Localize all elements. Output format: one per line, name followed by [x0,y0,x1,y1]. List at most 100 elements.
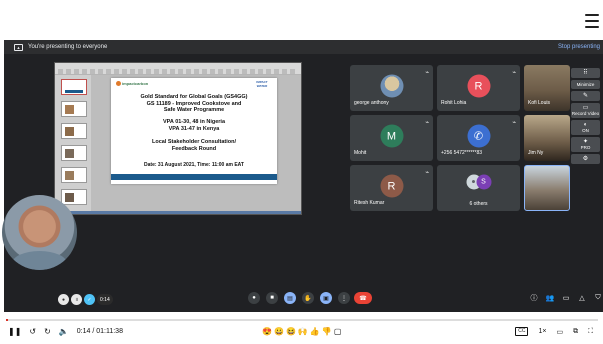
slide-footer [111,180,277,184]
heart-eyes-icon[interactable]: 😍 [262,327,272,336]
raise-hand-button[interactable]: ✋ [302,292,314,304]
slide-thumbnail[interactable] [61,145,87,161]
meeting-area: ▲ You're presenting to everyone Stop pre… [4,40,603,312]
mic-off-icon: ⌁ [512,70,516,76]
check-button[interactable]: ✓ [84,294,95,305]
forward-icon[interactable]: ↻ [44,327,51,336]
slide-thumbnail[interactable] [61,189,87,205]
avatar: R [467,74,490,98]
mic-off-icon: ⌁ [512,120,516,126]
present-button[interactable]: ▣ [320,292,332,304]
slide-vpa: VPA 01-30, 48 in Nigeria VPA 31-47 in Ke… [162,119,226,132]
others-tile[interactable]: ● S 6 others [437,165,520,211]
settings-button[interactable]: ⚙ [571,154,600,164]
captions-toggle[interactable]: CC [515,327,529,336]
pro-button[interactable]: ✦ PRO [571,137,600,152]
slide-thumbnail[interactable] [61,101,87,117]
fullscreen-icon[interactable]: ⛶ [588,328,593,336]
pause-icon[interactable]: ❚❚ [8,327,21,336]
more-icon: ⋮ [341,295,347,302]
participant-tile[interactable]: ⌁ george anthony [350,65,433,111]
recording-timer: 0:14 [97,294,113,305]
minimize-button[interactable]: Minimize [571,80,600,89]
participant-name: Kofi Louis [528,100,550,106]
end-call-button[interactable]: ☎ [354,292,372,304]
slide-thumbnail[interactable] [61,123,87,139]
activities-icon: △ [579,295,585,302]
reactions: 😍 😀 😆 🙌 👍 👎 ▢ [262,327,341,336]
thumbs-down-icon[interactable]: 👎 [322,327,332,336]
participant-name: Ritesh Kumar [354,200,385,206]
participant-tile[interactable]: ✆ ⌁ +256 5472******83 [437,115,520,161]
participant-tile[interactable] [524,165,570,211]
avatar: M [380,124,403,148]
mic-button[interactable]: ● [248,292,260,304]
mic-icon: ● [252,295,256,301]
menu-icon[interactable] [585,14,599,28]
slide-date: Date: 31 August 2021, Time: 11:00 am EAT [144,162,244,168]
security-button[interactable]: ⛉ [592,292,603,304]
app-status-bar [55,211,301,214]
others-count: 6 others [469,201,488,207]
grid-icon: ⠿ [583,70,588,76]
stop-presenting-button[interactable]: Stop presenting [558,44,600,50]
toggle-button[interactable]: ◐ ON [571,120,600,135]
laugh-icon[interactable]: 😆 [286,327,296,336]
pip-icon[interactable]: ⧉ [573,328,578,336]
camera-button[interactable]: ■ [266,292,278,304]
presentation-slide: impactcarbon IMPACT WATER Gold Standard … [111,78,277,184]
info-icon: ⓘ [530,295,538,302]
seek-bar[interactable] [6,319,598,321]
theater-icon[interactable]: ▭ [556,328,563,336]
participant-name: george anthony [354,100,389,106]
avatar: R [380,174,403,198]
speed-button[interactable]: 1× [538,328,546,335]
participant-tile[interactable]: Kofi Louis [524,65,570,111]
slide-thumbnails [55,75,91,214]
rewind-icon[interactable]: ↺ [29,327,36,336]
thumbs-up-icon[interactable]: 👍 [310,327,320,336]
pin-icon: ✎ [582,93,589,99]
pause-recording-button[interactable]: ॥ [71,294,82,305]
shield-icon: ⛉ [595,294,601,301]
pause-icon: ॥ [75,296,78,303]
volume-icon[interactable]: 🔈 [59,327,69,336]
people-button[interactable]: 👥 [544,292,556,304]
captions-button[interactable]: ▤ [284,292,296,304]
player-options: CC 1× ▭ ⧉ ⛶ [515,327,593,336]
pin-button[interactable]: ✎ [571,91,600,101]
slide-canvas: impactcarbon IMPACT WATER Gold Standard … [91,75,301,214]
video-playback-window: ▲ You're presenting to everyone Stop pre… [0,0,603,344]
seek-progress [6,319,8,321]
participant-name: +256 5472******83 [441,150,483,156]
participant-tile[interactable]: R ⌁ Ritesh Kumar [350,165,433,211]
playback-time: 0:14 / 01:11:38 [76,328,123,335]
self-view [2,195,77,270]
video-player-bar: ❚❚ ↺ ↻ 🔈 0:14 / 01:11:38 😍 😀 😆 🙌 👍 👎 ▢ C… [0,318,603,344]
mic-off-icon: ⌁ [425,70,429,76]
chat-button[interactable]: ▭ [560,292,572,304]
chat-icon: ▭ [562,295,570,302]
settings-icon: ⚙ [582,156,589,162]
more-options-button[interactable]: ⋮ [338,292,350,304]
app-ribbon [55,63,301,75]
grin-icon[interactable]: 😀 [274,327,284,336]
comment-icon[interactable]: ▢ [334,327,342,336]
grid-button[interactable]: ⠿ [571,68,600,78]
check-icon: ✓ [87,296,92,303]
clap-icon[interactable]: 🙌 [298,327,308,336]
participant-tile[interactable]: R ⌁ Rohit Lohia [437,65,520,111]
ribbon-tools [58,69,296,74]
participant-name: Mohit [354,150,367,156]
participant-tile[interactable]: M ⌁ Mohit [350,115,433,161]
impactcarbon-logo: impactcarbon [116,81,148,87]
activities-button[interactable]: △ [576,292,588,304]
slide-thumbnail[interactable] [61,167,87,183]
info-button[interactable]: ⓘ [528,292,540,304]
hang-up-icon: ☎ [359,295,367,302]
participant-tile[interactable]: Jim Ny [524,115,570,161]
slide-thumbnail[interactable] [61,79,87,95]
self-mic-button[interactable]: ● [58,294,69,305]
presenting-text: You're presenting to everyone [28,44,108,50]
record-video-button[interactable]: ▭ Record Video [571,103,600,118]
